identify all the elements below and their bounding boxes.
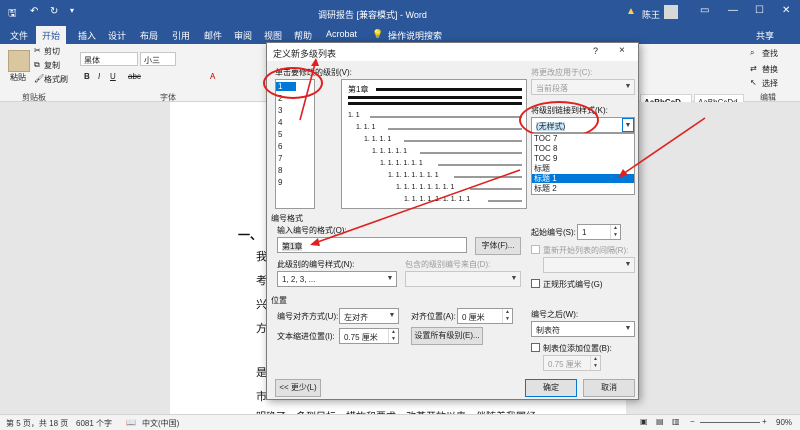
arrow-head-3 [618, 169, 628, 178]
annotation-arrows [299, 58, 706, 246]
arrow-line-2 [311, 169, 521, 245]
arrow-head-2 [310, 238, 320, 246]
arrow-head-1 [311, 58, 319, 66]
arrow-line-1 [299, 59, 317, 121]
arrow-line-3 [619, 117, 706, 177]
